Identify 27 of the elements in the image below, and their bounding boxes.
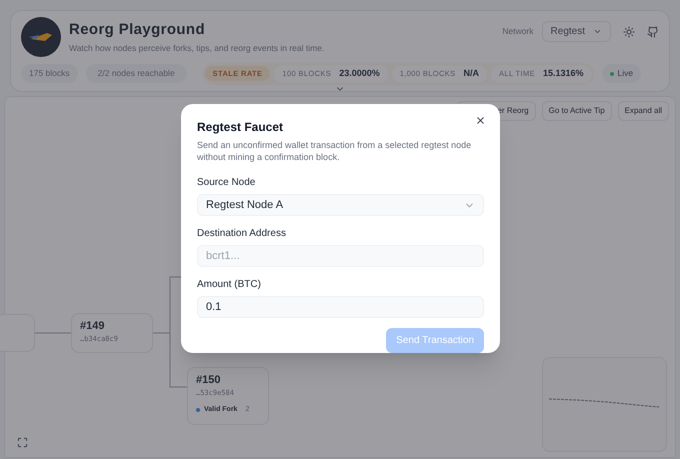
- field-label: Source Node: [197, 176, 256, 190]
- input-field[interactable]: bcrt1...: [197, 245, 484, 267]
- app-subtitle: Watch how nodes perceive forks, tips, and reorg events in real time.: [69, 42, 326, 54]
- field-label: Amount (BTC): [197, 278, 262, 292]
- nodes-reachable: 2/2 nodes reachable: [86, 64, 187, 84]
- select-field[interactable]: Regtest Node A: [197, 194, 484, 216]
- app-title: Reorg Playground: [69, 20, 206, 40]
- toolbar-button[interactable]: Expand all: [618, 100, 669, 120]
- github-icon[interactable]: [647, 26, 659, 38]
- connector-line: [35, 332, 71, 334]
- toolbar-button[interactable]: Go to Active Tip: [542, 100, 612, 120]
- close-icon[interactable]: [475, 115, 486, 126]
- input-field[interactable]: 0.1: [197, 296, 484, 318]
- block-height: #149: [80, 318, 106, 334]
- live-status: Live: [602, 64, 642, 84]
- dialog-title: Regtest Faucet: [197, 119, 284, 136]
- logo-icon: [21, 17, 61, 57]
- dialog-description: Send an unconfirmed wallet transaction from a selected regtest node without mining a confirmation block.: [197, 139, 472, 163]
- chevron-icon: [593, 27, 602, 36]
- theme-toggle-icon[interactable]: [623, 26, 635, 38]
- block-height: #150: [196, 372, 222, 388]
- field-label: Destination Address: [197, 227, 287, 241]
- fit-view-icon[interactable]: [17, 436, 28, 448]
- network-label: Network: [502, 25, 534, 38]
- block-node[interactable]: [0, 314, 35, 352]
- network-select[interactable]: Regtest: [542, 21, 611, 42]
- blocks-count: 175 blocks: [21, 64, 78, 84]
